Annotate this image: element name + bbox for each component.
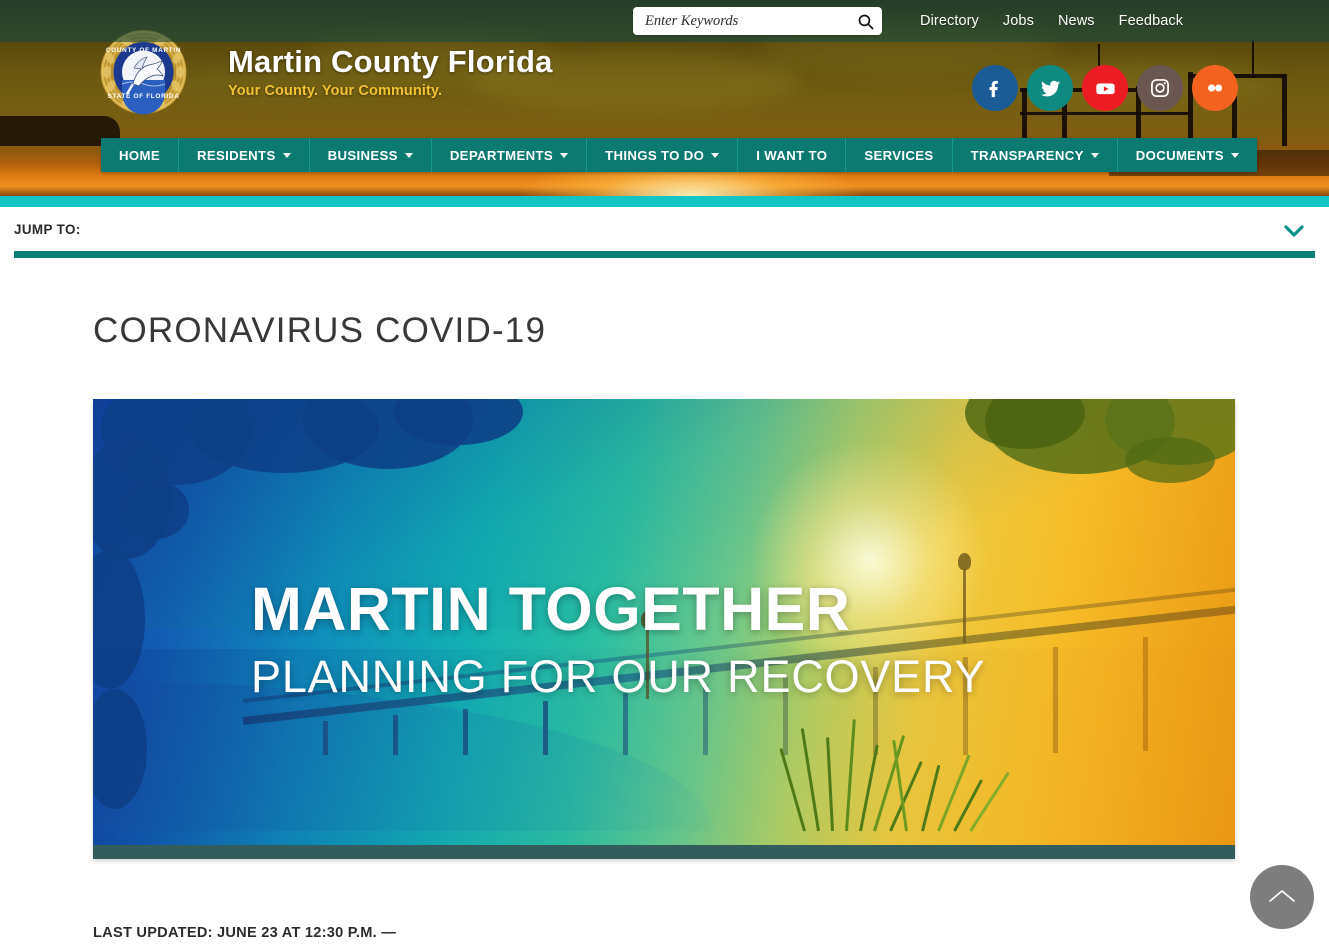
main-navigation: HOME RESIDENTS BUSINESS DEPARTMENTS THIN…	[101, 138, 1257, 172]
nav-label: TRANSPARENCY	[970, 147, 1084, 163]
nav-item-business[interactable]: BUSINESS	[309, 138, 432, 172]
jump-to-rule	[14, 251, 1315, 258]
instagram-icon	[1151, 79, 1169, 97]
social-link-youtube[interactable]	[1082, 65, 1128, 111]
hero-text: MARTIN TOGETHER PLANNING FOR OUR RECOVER…	[251, 575, 986, 702]
social-link-facebook[interactable]	[972, 65, 1018, 111]
twitter-icon	[1040, 80, 1060, 96]
chevron-down-icon	[1284, 225, 1304, 237]
nav-label: BUSINESS	[327, 147, 398, 163]
site-title: Martin County Florida	[228, 43, 553, 79]
site-header: Directory Jobs News Feedback	[0, 0, 1329, 196]
chevron-down-icon	[282, 152, 291, 158]
nav-label: I WANT TO	[756, 147, 828, 163]
social-links	[972, 65, 1238, 111]
social-link-twitter[interactable]	[1027, 65, 1073, 111]
flickr-icon	[1208, 84, 1223, 92]
nav-item-things-to-do[interactable]: THINGS TO DO	[587, 138, 739, 172]
jump-to-label: JUMP TO:	[14, 222, 81, 237]
utility-link-news[interactable]: News	[1058, 13, 1095, 29]
back-to-top-button[interactable]	[1250, 865, 1314, 929]
chevron-down-icon	[1230, 152, 1239, 158]
social-link-instagram[interactable]	[1137, 65, 1183, 111]
jump-to-bar[interactable]: JUMP TO:	[0, 207, 1329, 258]
hero-banner[interactable]: MARTIN TOGETHER PLANNING FOR OUR RECOVER…	[93, 399, 1235, 859]
chevron-down-icon	[404, 152, 413, 158]
nav-label: HOME	[119, 147, 160, 163]
utility-links: Directory Jobs News Feedback	[920, 0, 1183, 42]
nav-label: DEPARTMENTS	[449, 147, 554, 163]
nav-item-departments[interactable]: DEPARTMENTS	[431, 138, 588, 172]
utility-link-feedback[interactable]: Feedback	[1119, 13, 1183, 29]
site-search-form[interactable]	[633, 7, 882, 35]
utility-link-jobs[interactable]: Jobs	[1003, 13, 1034, 29]
jump-to-toggle[interactable]	[1282, 222, 1306, 240]
nav-label: SERVICES	[864, 147, 934, 163]
nav-item-documents[interactable]: DOCUMENTS	[1117, 138, 1257, 172]
social-link-flickr[interactable]	[1192, 65, 1238, 111]
nav-label: THINGS TO DO	[605, 147, 705, 163]
nav-item-i-want-to[interactable]: I WANT TO	[738, 138, 847, 172]
chevron-down-icon	[1090, 152, 1099, 158]
search-button[interactable]	[848, 7, 882, 35]
turquoise-divider-band	[0, 196, 1329, 207]
chevron-down-icon	[560, 152, 569, 158]
search-input[interactable]	[633, 7, 848, 35]
nav-item-transparency[interactable]: TRANSPARENCY	[952, 138, 1118, 172]
facebook-icon	[989, 80, 998, 98]
nav-item-home[interactable]: HOME	[101, 138, 179, 172]
nav-item-residents[interactable]: RESIDENTS	[178, 138, 310, 172]
hero-footer-bar	[93, 845, 1235, 859]
utility-link-directory[interactable]: Directory	[920, 13, 979, 29]
nav-item-services[interactable]: SERVICES	[846, 138, 953, 172]
youtube-icon	[1095, 83, 1115, 94]
utility-bar: Directory Jobs News Feedback	[0, 0, 1329, 42]
site-tagline: Your County. Your Community.	[228, 83, 443, 100]
search-icon	[858, 14, 873, 29]
svg-text:STATE OF FLORIDA: STATE OF FLORIDA	[107, 93, 179, 100]
grass-tuft	[779, 713, 1010, 832]
hero-subhead: PLANNING FOR OUR RECOVERY	[251, 651, 986, 702]
hero-headline: MARTIN TOGETHER	[251, 575, 851, 643]
last-updated-text: LAST UPDATED: JUNE 23 AT 12:30 P.M. —	[93, 925, 397, 941]
chevron-down-icon	[711, 152, 720, 158]
nav-label: RESIDENTS	[196, 147, 276, 163]
svg-text:COUNTY OF MARTIN: COUNTY OF MARTIN	[106, 47, 181, 54]
chevron-up-icon	[1269, 890, 1295, 902]
nav-label: DOCUMENTS	[1135, 147, 1224, 163]
page-title: CORONAVIRUS COVID-19	[93, 311, 547, 350]
